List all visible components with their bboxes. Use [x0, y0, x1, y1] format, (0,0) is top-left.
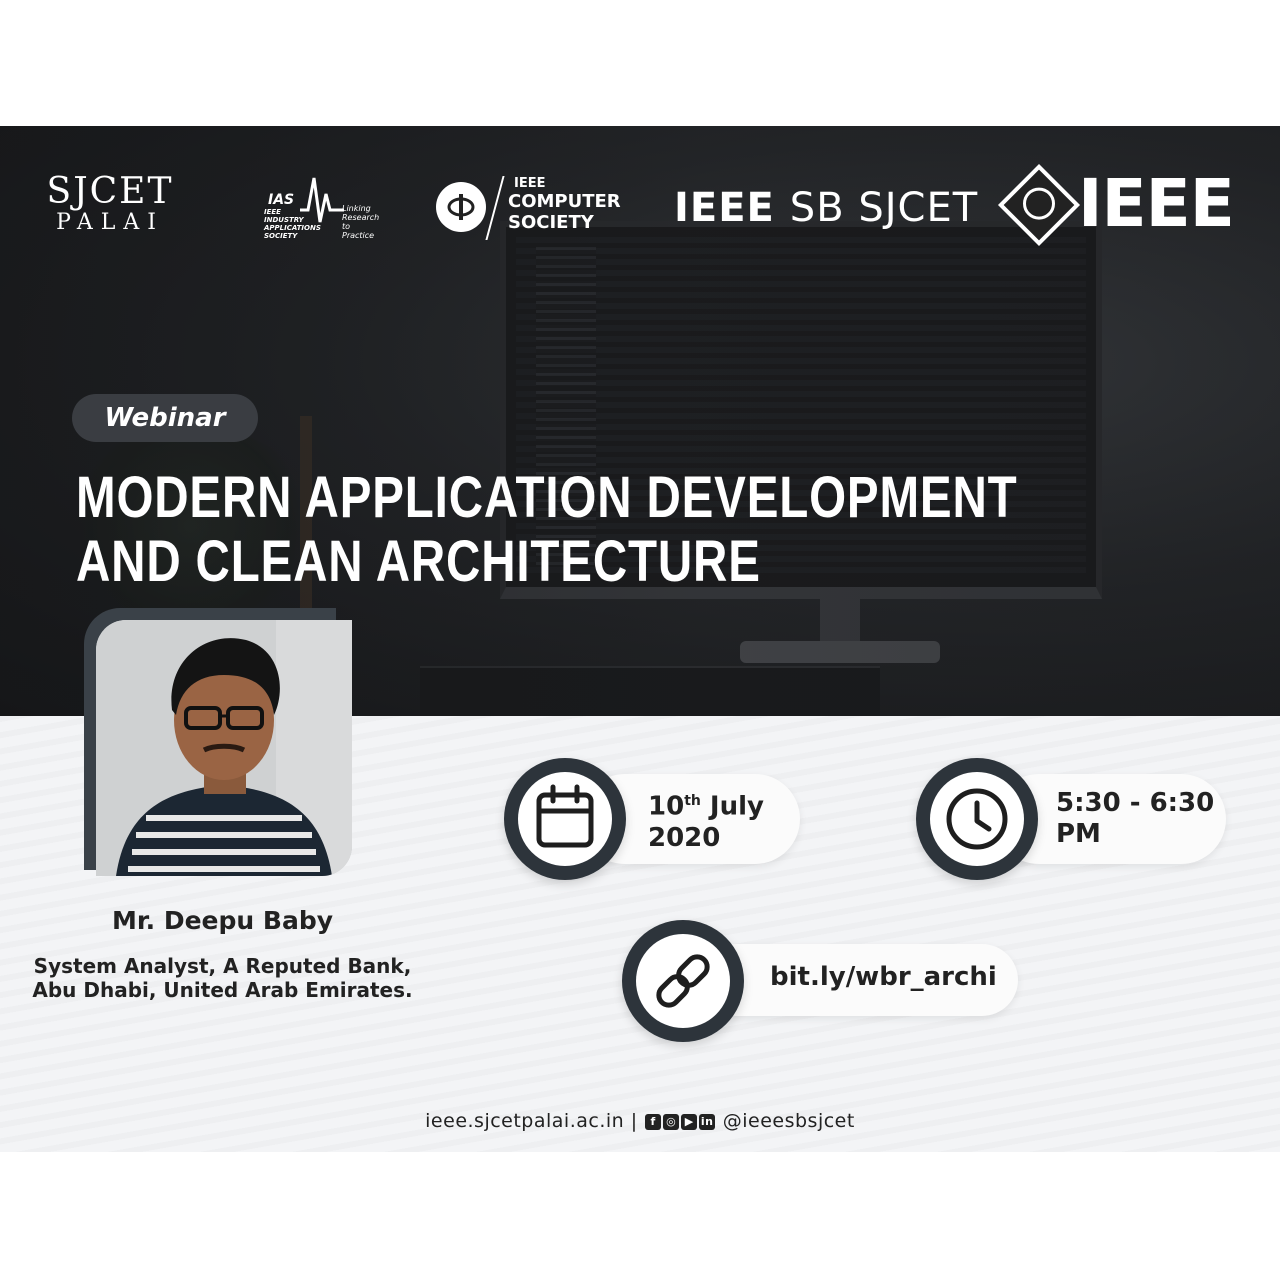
speaker-photo — [96, 620, 352, 876]
footer: ieee.sjcetpalai.ac.in | f ◎ ▶ in @ieeesbsjc… — [425, 1110, 855, 1132]
ieee-sb-sjcet-logo: IEEE SB SJCET — [674, 185, 979, 231]
time-icon-ring — [916, 758, 1038, 880]
speaker-name: Mr. Deepu Baby — [111, 906, 334, 935]
sjcet-logo: SJCET PALAI — [46, 171, 174, 236]
computer-society-logo: IEEE COMPUTER SOCIETY — [436, 176, 636, 246]
youtube-icon[interactable]: ▶ — [681, 1113, 698, 1130]
link-icon — [656, 954, 710, 1008]
social-handle: @ieeesbsjcet — [722, 1110, 855, 1132]
link-icon-ring — [622, 920, 744, 1042]
instagram-icon[interactable]: ◎ — [663, 1113, 680, 1130]
poster: SJCET PALAI IAS IEEE INDUSTRY APPLICATIO… — [0, 126, 1280, 1152]
event-type-badge: Webinar — [72, 394, 258, 442]
speaker-role: System Analyst, A Reputed Bank, Abu Dhab… — [32, 954, 413, 1002]
clock-icon — [946, 788, 1008, 850]
registration-link[interactable]: bit.ly/wbr_archi — [770, 962, 997, 993]
facebook-icon[interactable]: f — [645, 1113, 662, 1130]
date-icon-ring — [504, 758, 626, 880]
linkedin-icon[interactable]: in — [699, 1113, 716, 1130]
computer-society-icon — [436, 182, 486, 232]
website-link[interactable]: ieee.sjcetpalai.ac.in — [425, 1110, 624, 1132]
event-title: MODERN APPLICATION DEVELOPMENT AND CLEAN… — [76, 465, 1018, 594]
calendar-icon — [536, 784, 594, 848]
ias-logo: IAS IEEE INDUSTRY APPLICATIONS SOCIETY L… — [264, 170, 379, 240]
event-time: 5:30 - 6:30 PM — [1056, 788, 1215, 849]
event-date: 10th July 2020 — [648, 791, 764, 853]
